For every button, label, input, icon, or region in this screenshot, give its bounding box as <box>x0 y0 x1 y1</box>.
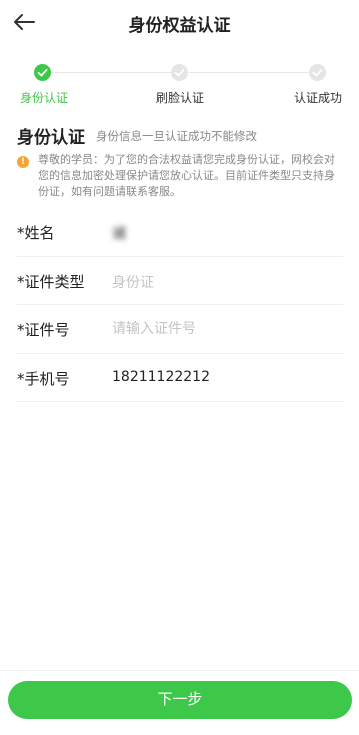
id-type-select[interactable]: 身份证 <box>112 272 154 292</box>
id-number-input[interactable] <box>112 317 337 341</box>
step-pending-icon <box>309 64 326 81</box>
step-label-face: 刷脸认证 <box>156 91 205 105</box>
id-type-row[interactable]: *证件类型 身份证 <box>17 257 343 305</box>
next-step-button[interactable]: 下一步 <box>8 681 352 719</box>
section-subtitle: 身份信息一旦认证成功不能修改 <box>96 129 257 143</box>
step-pending-icon <box>171 64 188 81</box>
bottom-bar: 下一步 <box>0 670 359 735</box>
info-icon: ! <box>17 156 29 168</box>
step-label-success: 认证成功 <box>294 91 343 105</box>
step-connector <box>189 72 309 73</box>
phone-value[interactable]: 18211122212 <box>112 369 210 385</box>
name-value[interactable]: 诚 <box>112 223 126 243</box>
step-done-icon <box>34 64 51 81</box>
section-title: 身份认证 <box>17 128 85 148</box>
identity-form: *姓名 诚 *证件类型 身份证 *证件号 *手机号 18211122212 <box>17 208 343 402</box>
page-title: 身份权益认证 <box>128 16 231 36</box>
notice-text: 尊敬的学员：为了您的合法权益请您完成身份认证，网校会对您的信息加密处理保护请您放… <box>38 153 335 198</box>
phone-label: *手机号 <box>17 369 70 388</box>
top-bar: 身份权益认证 <box>0 0 359 44</box>
step-label-identity: 身份认证 <box>20 91 69 105</box>
step-progress: 身份认证 刷脸认证 认证成功 <box>0 62 359 106</box>
name-label: *姓名 <box>17 224 55 242</box>
phone-row: *手机号 18211122212 <box>17 354 343 402</box>
id-number-row: *证件号 <box>17 305 343 354</box>
step-connector <box>51 72 171 73</box>
name-row: *姓名 诚 <box>17 208 343 257</box>
id-number-label: *证件号 <box>17 321 70 339</box>
id-type-label: *证件类型 <box>17 272 85 291</box>
